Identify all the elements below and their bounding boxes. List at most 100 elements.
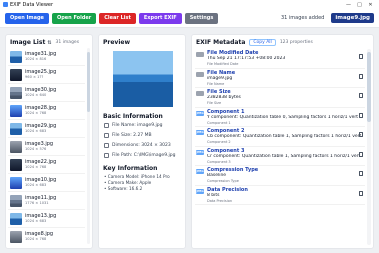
image-dimensions: 1024 × 816 xyxy=(25,57,47,61)
image-list: image31.jpg 1024 × 816 image25.jpg 960 × 1?… xyxy=(8,48,85,244)
export-exif-button[interactable]: Export EXIF xyxy=(138,12,182,24)
image-thumbnail xyxy=(10,104,22,117)
dimensions-info: Dimensions: 3024 × 3023 xyxy=(104,143,171,148)
folder-icon xyxy=(104,153,109,158)
delete-icon[interactable] xyxy=(359,151,363,157)
maximize-button[interactable]: □ xyxy=(354,2,365,8)
metadata-row[interactable]: JPEG Compression Type Baseline Compression … xyxy=(195,166,365,186)
open-folder-button[interactable]: Open Folder xyxy=(51,12,97,24)
key-info-software: • Software: 16.6.2 xyxy=(104,186,143,191)
image-dimensions: 1024 × 683 xyxy=(25,219,47,223)
delete-icon[interactable] xyxy=(359,171,363,176)
metadata-row[interactable]: JPEG Component 2 Cb component: Quantizatio… xyxy=(195,127,365,147)
metadata-type-icon: JPEG xyxy=(196,188,204,194)
delete-icon[interactable] xyxy=(359,190,363,196)
metadata-row[interactable]: File Name image9.jpg File Name xyxy=(195,69,365,88)
app-window: EXIF Data Viewer — □ ✕ Open Image Open F… xyxy=(0,0,379,253)
image-list-panel: Image List ⇅ 31 images image31.jpg 1024 ×… xyxy=(5,34,93,249)
image-dimensions: 1024 × 683 xyxy=(25,183,47,187)
image-list-item[interactable]: image8.jpg 1024 × 768 xyxy=(8,228,85,244)
key-info-title: Key Information xyxy=(103,165,158,172)
image-thumbnail xyxy=(10,122,22,135)
metadata-type-icon: JPEG xyxy=(196,149,204,155)
image-thumbnail xyxy=(10,194,22,207)
preview-title: Preview xyxy=(103,39,131,46)
metadata-key: File Modified Date xyxy=(207,62,239,66)
dimensions-icon xyxy=(104,143,109,148)
image-dimensions: 1024 × 768 xyxy=(25,165,47,169)
exif-metadata-panel: EXIF Metadata Copy All 123 properties Fi… xyxy=(191,34,374,249)
metadata-key: Component 1 xyxy=(207,120,231,125)
metadata-value: Cb component: Quantization table 1, Samp… xyxy=(207,134,362,139)
copy-all-button[interactable]: Copy All xyxy=(249,39,276,46)
image-dimensions: 960 × 1?? xyxy=(25,75,44,79)
image-dimensions: 1776 × 1031 xyxy=(25,201,49,205)
image-thumbnail xyxy=(10,158,22,171)
open-image-button[interactable]: Open Image xyxy=(5,12,49,24)
metadata-row[interactable]: File Modified Date Thu Sep 21 17:17:53 +0… xyxy=(195,49,365,69)
metadata-row[interactable]: JPEG Data Precision 8 bits Data Precision xyxy=(195,186,365,205)
metadata-row[interactable]: JPEG Component 3 Cr component: Quantizatio… xyxy=(195,147,365,166)
metadata-type-icon xyxy=(196,91,204,96)
app-icon xyxy=(3,2,8,7)
settings-button[interactable]: Settings xyxy=(184,12,219,24)
sort-icon[interactable]: ⇅ xyxy=(47,40,51,46)
metadata-key: Component 2 xyxy=(207,140,231,144)
image-thumbnail xyxy=(10,176,22,189)
delete-icon[interactable] xyxy=(359,93,363,98)
minimize-button[interactable]: — xyxy=(343,2,354,8)
image-dimensions: 1024 × 768 xyxy=(25,111,47,115)
image-thumbnail xyxy=(10,50,22,63)
image-list-item[interactable]: image13.jpg 1024 × 683 xyxy=(8,210,85,228)
metadata-type-icon xyxy=(196,71,204,77)
image-list-item[interactable]: image31.jpg 1024 × 816 xyxy=(8,48,85,66)
delete-icon[interactable] xyxy=(359,73,363,79)
delete-icon[interactable] xyxy=(359,112,363,118)
metadata-key: Compression Type xyxy=(207,179,239,183)
metadata-scrollbar[interactable] xyxy=(367,49,371,245)
title-bar: EXIF Data Viewer — □ ✕ xyxy=(0,0,379,9)
image-dimensions: 1024 × 683 xyxy=(25,129,47,133)
image-list-title: Image List xyxy=(10,39,46,46)
metadata-key: Data Precision xyxy=(207,198,233,203)
basic-info-title: Basic Information xyxy=(103,113,163,120)
metadata-type-icon: JPEG xyxy=(196,110,204,116)
image-list-item[interactable]: image25.jpg 960 × 1?? xyxy=(8,66,85,84)
image-list-item[interactable]: image11.jpg 1776 × 1031 xyxy=(8,192,85,210)
exif-metadata-title: EXIF Metadata xyxy=(196,39,246,46)
image-list-item[interactable]: image10.jpg 1024 × 683 xyxy=(8,174,85,192)
image-list-item[interactable]: image29.jpg 1024 × 683 xyxy=(8,120,85,138)
file-icon xyxy=(104,123,109,128)
delete-icon[interactable] xyxy=(359,54,363,59)
image-list-item[interactable]: image28.jpg 1024 × 768 xyxy=(8,102,85,120)
status-text: 31 images added xyxy=(280,15,325,21)
image-list-item[interactable]: image3.jpg 1024 × 576 xyxy=(8,138,85,156)
image-list-item[interactable]: image30.jpg 1024 × 640 xyxy=(8,84,85,102)
image-list-scrollbar[interactable] xyxy=(87,48,90,244)
metadata-row[interactable]: File Size 2382838 bytes File Size xyxy=(195,88,365,108)
metadata-value: Y component: Quantization table 0, Sampl… xyxy=(207,114,358,120)
image-thumbnail xyxy=(10,212,22,225)
file-size-info: File Size: 2.27 MB xyxy=(104,133,152,138)
file-name-info: File Name: image9.jpg xyxy=(104,123,162,128)
window-title: EXIF Data Viewer xyxy=(10,1,54,8)
clear-list-button[interactable]: Clear List xyxy=(99,12,136,24)
metadata-type-icon xyxy=(196,52,204,57)
preview-image xyxy=(113,51,173,107)
metadata-row[interactable]: JPEG Component 1Y component: Quantization… xyxy=(195,108,365,127)
image-list-item[interactable]: image22.jpg 1024 × 768 xyxy=(8,156,85,174)
metadata-type-icon: JPEG xyxy=(196,130,204,135)
metadata-key: File Size xyxy=(207,101,222,105)
file-path-info: File Path: C:\IMG\image9.jpg xyxy=(104,153,175,158)
image-dimensions: 1024 × 576 xyxy=(25,147,47,151)
image-dimensions: 1024 × 640 xyxy=(25,93,47,97)
image-dimensions: 1024 × 768 xyxy=(25,237,47,241)
storage-icon xyxy=(104,133,109,138)
property-count: 123 properties xyxy=(279,40,313,45)
metadata-type-icon: JPEG xyxy=(196,169,204,174)
image-thumbnail xyxy=(10,68,22,81)
close-button[interactable]: ✕ xyxy=(365,2,376,8)
image-thumbnail xyxy=(10,230,22,243)
metadata-value: Cr component: Quantization table 1, Samp… xyxy=(207,153,361,159)
delete-icon[interactable] xyxy=(359,132,363,137)
